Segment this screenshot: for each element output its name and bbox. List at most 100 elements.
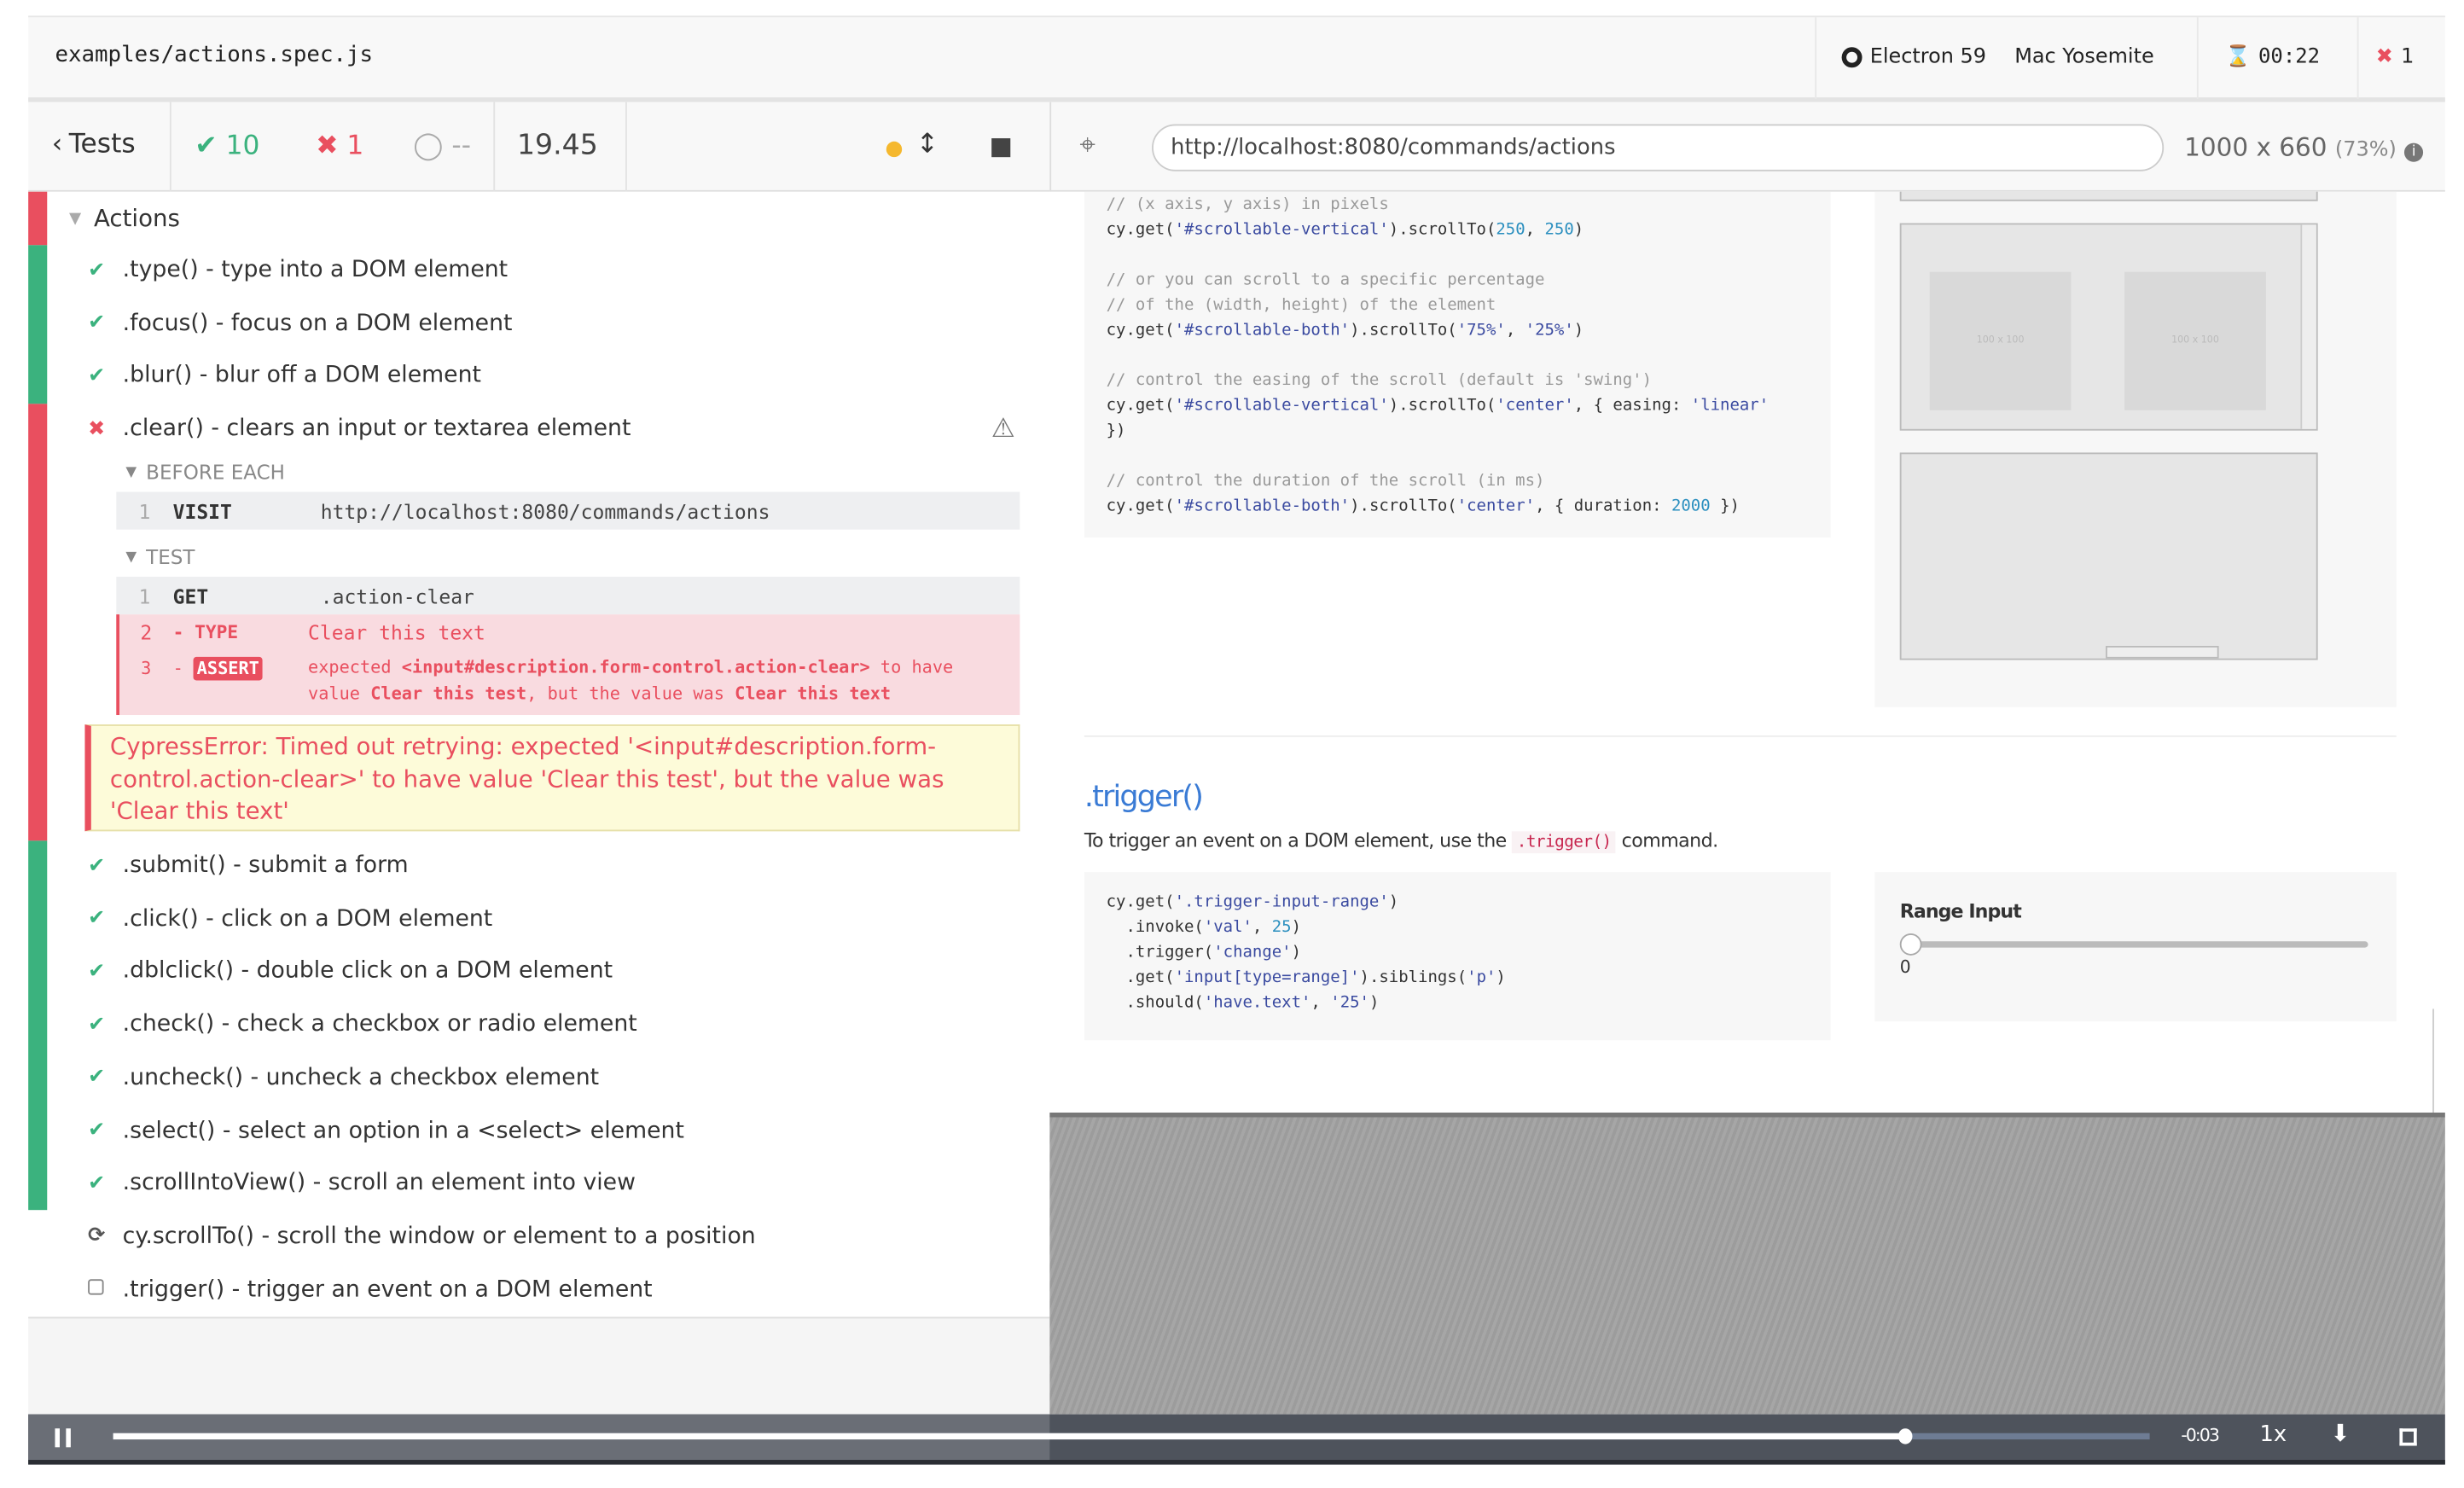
check-icon: ✔	[88, 258, 106, 282]
duration: ⌛ 00:22	[2224, 45, 2321, 70]
test-item-passed[interactable]: ✔ .select() - select an option in a <sele…	[88, 1115, 684, 1147]
code-line: .trigger('change')	[1106, 943, 1302, 962]
scrollbar[interactable]	[2106, 645, 2219, 659]
test-item-pending[interactable]: .trigger() - trigger an event on a DOM e…	[88, 1274, 653, 1305]
pause-button[interactable]	[55, 1428, 71, 1448]
check-icon: ✔	[88, 960, 106, 984]
elapsed-time: 19.45	[516, 129, 598, 162]
tests-button[interactable]: ‹ Tests	[52, 129, 136, 160]
refresh-icon: ⟳	[88, 1224, 106, 1249]
test-item-failed[interactable]: ✖ .clear() - clears an input or textarea …	[88, 413, 1015, 445]
caret-down-icon: ▼	[125, 464, 137, 480]
test-item-passed[interactable]: ✔ .check() - check a checkbox or radio el…	[88, 1009, 637, 1041]
check-icon: ✔	[88, 1066, 106, 1090]
command-type[interactable]: 2- TYPE Clear this text	[119, 621, 485, 645]
code-line: // control the easing of the scroll (def…	[1106, 370, 1653, 390]
hook-before-each[interactable]: ▼ BEFORE EACH	[125, 461, 285, 485]
assert-badge: ASSERT	[194, 656, 263, 681]
command-log-footer	[28, 1317, 1050, 1415]
video-progress-thumb[interactable]	[1898, 1428, 1914, 1444]
test-title: .select() - select an option in a <selec…	[122, 1118, 684, 1143]
app-under-test-iframe[interactable]: // (x axis, y axis) in pixels cy.get('#sc…	[1049, 191, 2445, 1113]
code-line: // or you can scroll to a specific perce…	[1106, 270, 1545, 289]
reporter-toolbar: ‹ Tests ✔ 10 ✖ 1 ◯ -- 19.45 ↕	[28, 102, 1050, 192]
fullscreen-icon[interactable]	[2399, 1428, 2417, 1446]
viewport-background	[1049, 1112, 2445, 1415]
test-title: .click() - click on a DOM element	[122, 906, 493, 932]
test-title: .trigger() - trigger an event on a DOM e…	[122, 1276, 653, 1303]
spec-header: examples/actions.spec.js Electron 59 Mac…	[28, 15, 2445, 102]
hook-test[interactable]: ▼ TEST	[125, 545, 195, 569]
check-icon: ✔	[88, 854, 106, 878]
test-title: .uncheck() - uncheck a checkbox element	[122, 1065, 600, 1090]
check-icon: ✔	[88, 364, 106, 388]
browser-info: Electron 59	[1841, 45, 1986, 69]
range-slider-thumb[interactable]	[1899, 933, 1922, 956]
code-line: .should('have.text', '25')	[1106, 993, 1380, 1013]
test-item-passed[interactable]: ✔ .dblclick() - double click on a DOM ele…	[88, 956, 613, 988]
command-assert[interactable]: 3 - ASSERT expected <input#description.f…	[119, 656, 1023, 707]
time-remaining: -0:03	[2181, 1425, 2219, 1446]
warning-icon: ⚠	[991, 413, 1015, 445]
x-icon: ✖	[2375, 45, 2393, 70]
test-title: .check() - check a checkbox or radio ele…	[122, 1012, 637, 1038]
test-title: .blur() - blur off a DOM element	[122, 363, 481, 389]
range-input-example: Range Input 0	[1874, 872, 2397, 1022]
hourglass-icon: ⌛	[2224, 45, 2251, 70]
code-line: cy.get('.trigger-input-range')	[1106, 892, 1399, 912]
test-item-passed[interactable]: ✔ .blur() - blur off a DOM element	[88, 360, 481, 392]
test-title: .type() - type into a DOM element	[122, 258, 508, 283]
stop-button[interactable]	[991, 138, 1011, 158]
command-visit[interactable]: 1 VISIT http://localhost:8080/commands/act…	[116, 491, 1020, 530]
download-icon[interactable]: ⬇	[2330, 1419, 2350, 1447]
code-line: cy.get('#scrollable-vertical').scrollTo(…	[1106, 219, 1584, 239]
check-icon: ✔	[88, 311, 106, 335]
failed-commands: 2- TYPE Clear this text 3 - ASSERT expect…	[116, 614, 1023, 716]
suite-actions[interactable]: ▼ Actions	[69, 203, 180, 235]
test-item-passed[interactable]: ✔ .type() - type into a DOM element	[88, 254, 508, 286]
video-progress-fill	[113, 1433, 1906, 1440]
code-block-trigger: cy.get('.trigger-input-range') .invoke('…	[1084, 872, 1831, 1041]
check-icon: ✔	[88, 1013, 106, 1037]
test-title: .scrollIntoView() - scroll an element in…	[122, 1171, 636, 1196]
test-item-running[interactable]: ⟳ cy.scrollTo() - scroll the window or el…	[88, 1221, 756, 1253]
code-line: // of the (width, height) of the element	[1106, 295, 1496, 315]
test-item-passed[interactable]: ✔ .uncheck() - uncheck a checkbox element	[88, 1062, 599, 1094]
circle-icon: ◯	[413, 130, 452, 162]
check-icon: ✔	[195, 130, 226, 162]
test-item-passed[interactable]: ✔ .submit() - submit a form	[88, 850, 408, 881]
page-scrollbar[interactable]	[2432, 1008, 2445, 1113]
check-icon: ✔	[88, 1171, 106, 1196]
viewport-info: 1000 x 660 (73%) i	[2184, 132, 2424, 162]
code-line: .invoke('val', 25)	[1106, 917, 1302, 937]
selector-playground-crosshair-icon[interactable]: ⌖	[1079, 129, 1095, 162]
code-line: cy.get('#scrollable-both').scrollTo('cen…	[1106, 497, 1740, 516]
code-block-scrollto: // (x axis, y axis) in pixels cy.get('#sc…	[1084, 191, 1831, 538]
playback-speed-button[interactable]: 1x	[2260, 1422, 2287, 1447]
scrollable-horizontal[interactable]: 100 x 100 100 x 100	[1899, 223, 2318, 431]
failed-count: ✖ 1	[316, 130, 364, 162]
url-bar[interactable]: http://localhost:8080/commands/actions	[1152, 124, 2165, 171]
video-controls: -0:03 1x ⬇	[28, 1414, 2445, 1465]
test-item-passed[interactable]: ✔ .scrollIntoView() - scroll an element i…	[88, 1168, 636, 1200]
command-get[interactable]: 1 GET .action-clear	[116, 576, 1020, 615]
code-line: cy.get('#scrollable-vertical').scrollTo(…	[1106, 396, 1770, 416]
code-line: })	[1106, 421, 1126, 440]
test-item-passed[interactable]: ✔ .focus() - focus on a DOM element	[88, 307, 512, 339]
chevron-left-icon: ‹	[51, 129, 63, 160]
aut-toolbar: ⌖ http://localhost:8080/commands/actions…	[1049, 102, 2445, 192]
code-line: .get('input[type=range]').siblings('p')	[1106, 968, 1506, 987]
test-item-passed[interactable]: ✔ .click() - click on a DOM element	[88, 903, 492, 934]
code-line: cy.get('#scrollable-both').scrollTo('75%…	[1106, 320, 1584, 340]
error-message[interactable]: CypressError: Timed out retrying: expect…	[84, 724, 1020, 832]
scrollable-both[interactable]	[1899, 452, 2318, 660]
os-info: Mac Yosemite	[2014, 45, 2154, 70]
info-icon[interactable]: i	[2404, 142, 2424, 162]
check-icon: ✔	[88, 907, 106, 931]
test-title: .focus() - focus on a DOM element	[122, 311, 513, 336]
auto-scroll-toggle-icon[interactable]: ↕	[916, 129, 939, 160]
range-slider-track[interactable]	[1909, 941, 2368, 948]
scrollbar[interactable]	[2300, 224, 2316, 429]
